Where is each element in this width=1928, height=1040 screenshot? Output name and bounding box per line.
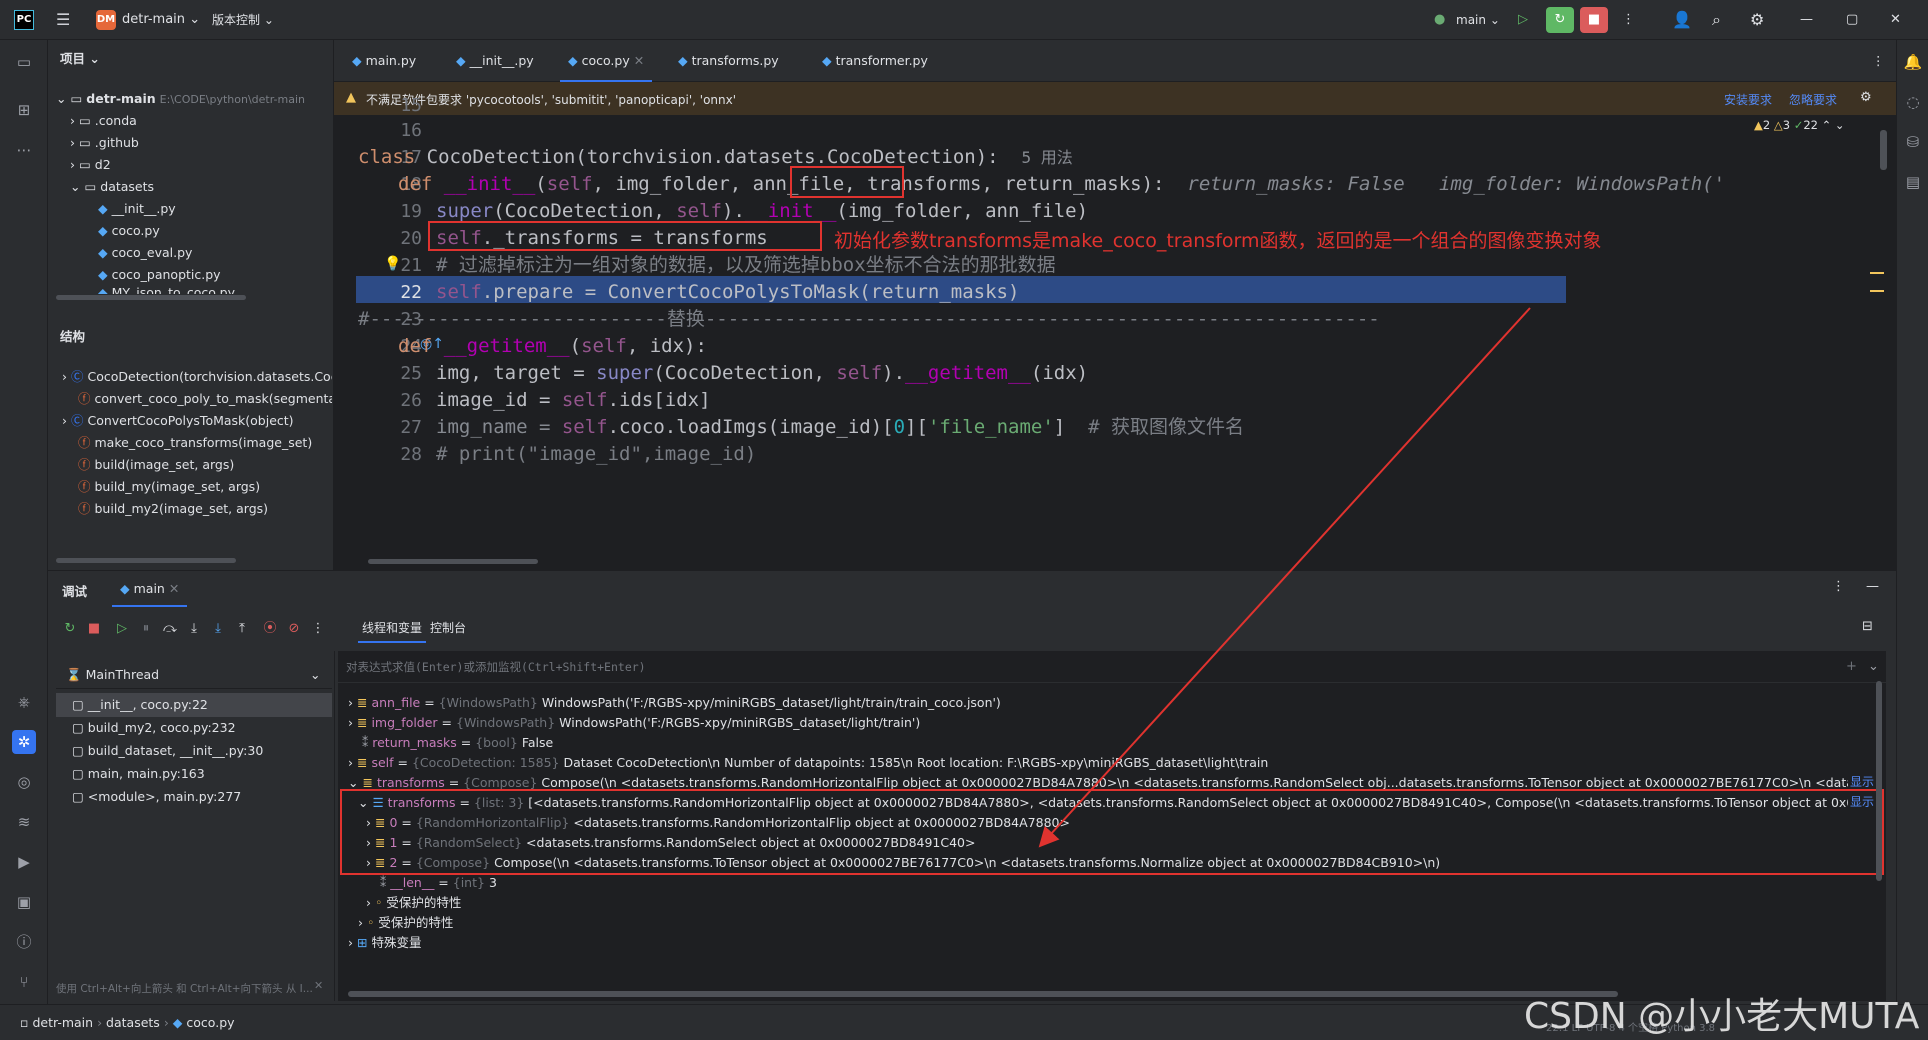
chevron-right-icon: › xyxy=(163,1015,173,1030)
breadcrumb: ▫ detr-main › datasets › ◆ coco.py xyxy=(20,1015,235,1030)
breadcrumb-item[interactable]: detr-main xyxy=(32,1015,93,1030)
module-icon: ▫ xyxy=(20,1015,29,1030)
chevron-right-icon: › xyxy=(97,1015,107,1030)
python-file-icon: ◆ xyxy=(172,1015,183,1030)
annotation-arrow xyxy=(1038,307,1531,848)
status-bar: ▫ detr-main › datasets › ◆ coco.py 22:1 … xyxy=(0,996,1928,1040)
breadcrumb-item[interactable]: coco.py xyxy=(186,1015,234,1030)
watermark: CSDN @小小老大MUTA xyxy=(1524,996,1920,1037)
breadcrumb-item[interactable]: datasets xyxy=(106,1015,160,1030)
